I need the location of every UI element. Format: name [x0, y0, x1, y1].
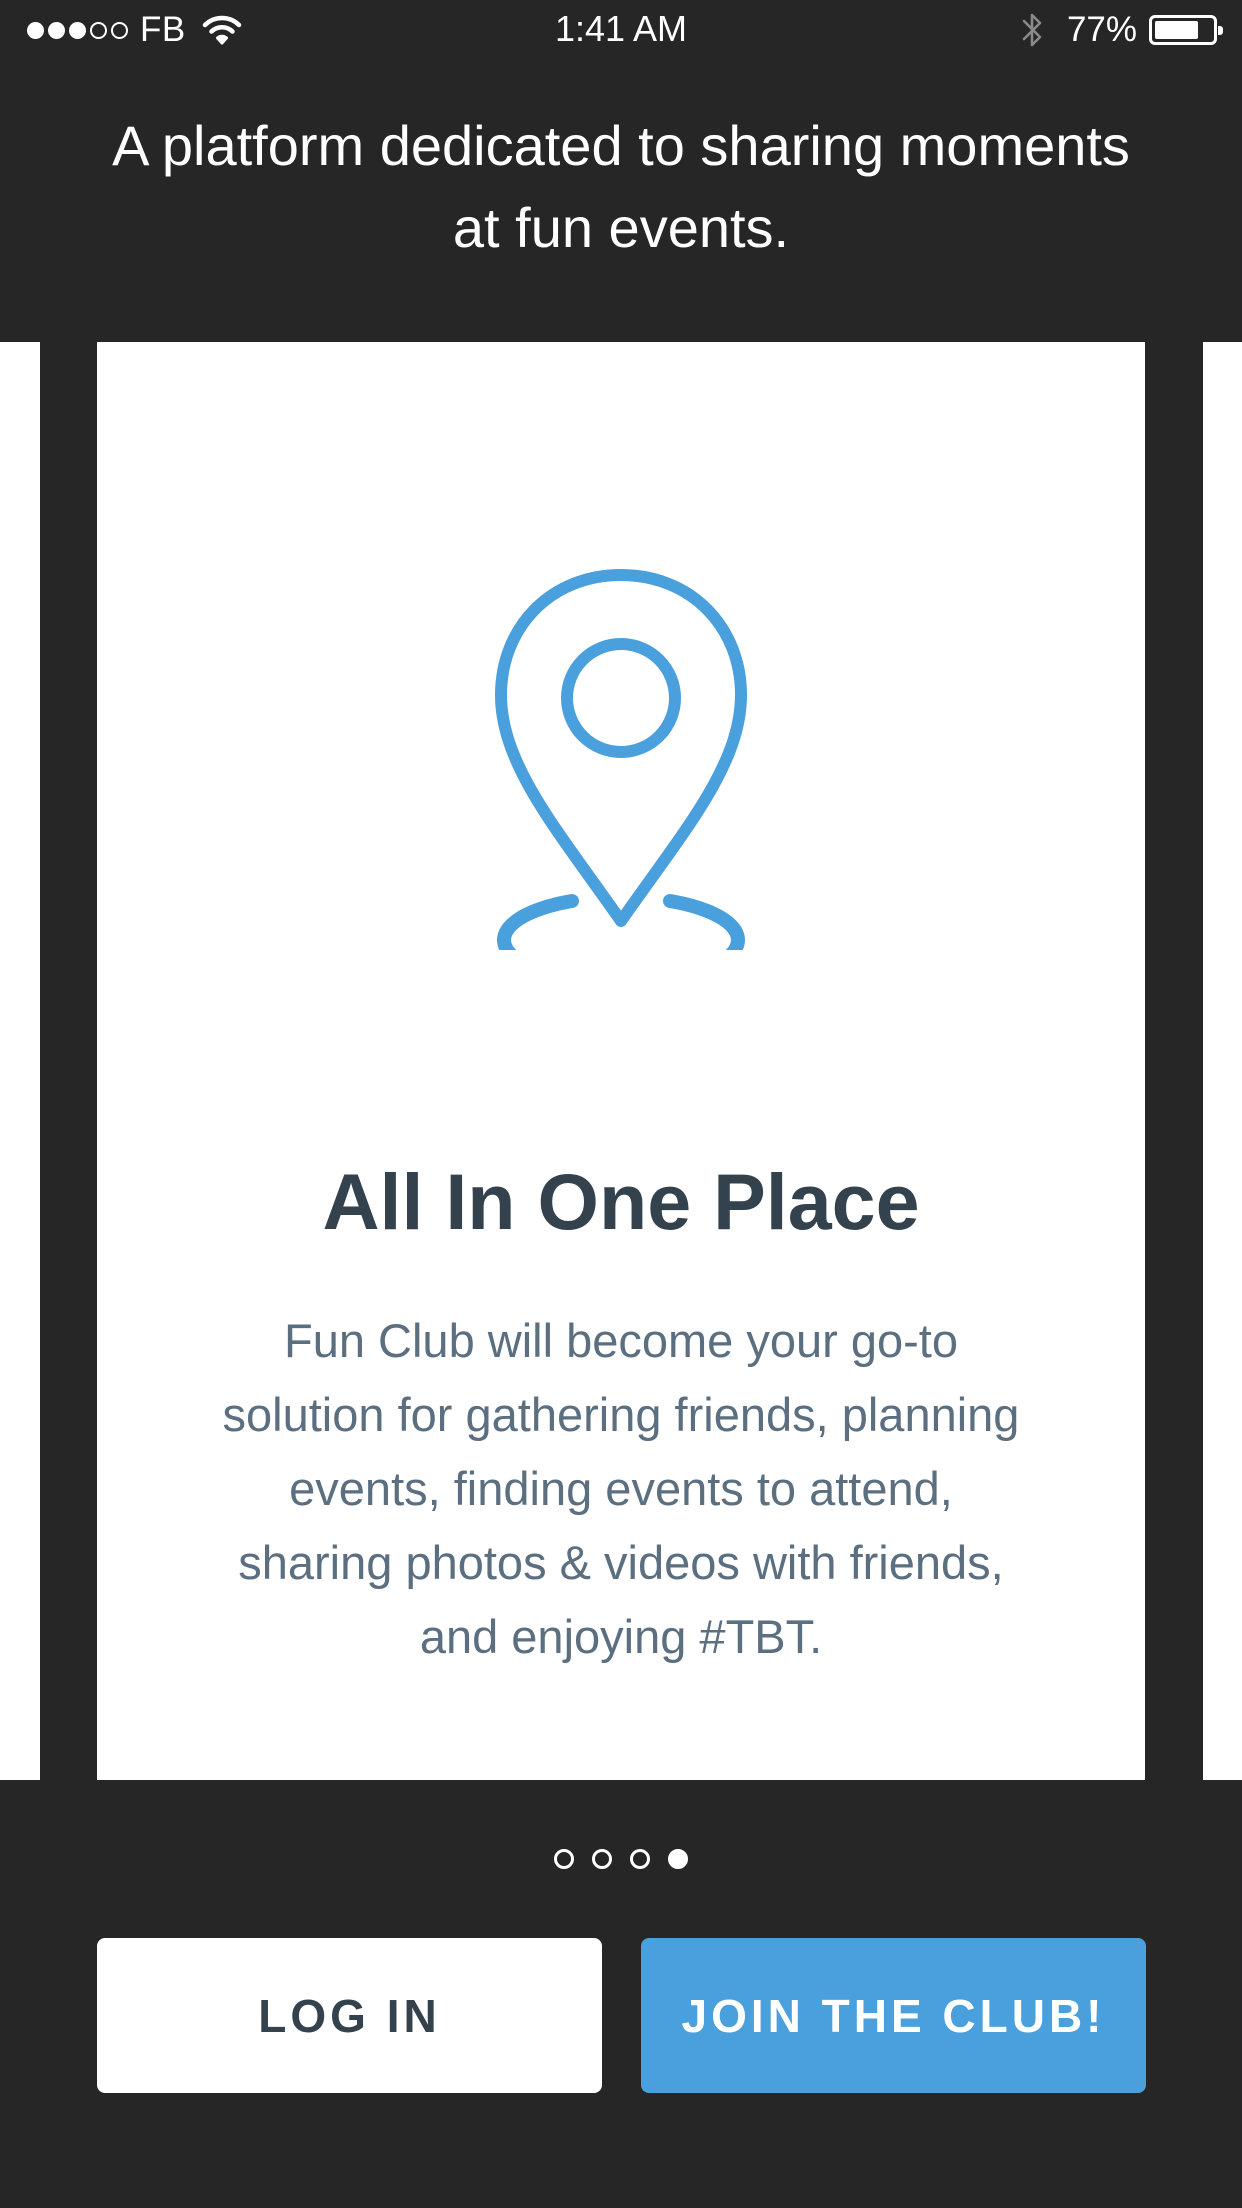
slide-title: All In One Place: [322, 1157, 920, 1246]
bluetooth-icon: [1021, 10, 1045, 50]
carousel-page-indicator: [0, 1849, 1242, 1869]
page-dot-4[interactable]: [668, 1849, 688, 1869]
page-dot-2[interactable]: [592, 1849, 612, 1869]
previous-slide-peek[interactable]: [0, 342, 40, 1780]
next-slide-peek[interactable]: [1203, 342, 1242, 1780]
location-pin-icon: [495, 569, 747, 950]
battery-percentage: 77%: [1066, 10, 1137, 49]
page-dot-3[interactable]: [630, 1849, 650, 1869]
join-the-club-button[interactable]: JOIN THE CLUB!: [641, 1938, 1146, 2093]
status-bar: FB 1:41 AM 77%: [0, 0, 1242, 60]
login-button[interactable]: LOG IN: [97, 1938, 602, 2093]
tagline: A platform dedicated to sharing moments …: [112, 114, 1130, 259]
onboarding-slide-card[interactable]: All In One Place Fun Club will become yo…: [97, 342, 1145, 1780]
battery-level: [1155, 21, 1198, 39]
page-dot-1[interactable]: [554, 1849, 574, 1869]
slide-description: Fun Club will become your go-to solution…: [222, 1314, 1020, 1663]
status-bar-right: 77%: [1021, 10, 1223, 50]
battery-cap: [1218, 26, 1223, 35]
battery-icon: [1149, 15, 1223, 45]
